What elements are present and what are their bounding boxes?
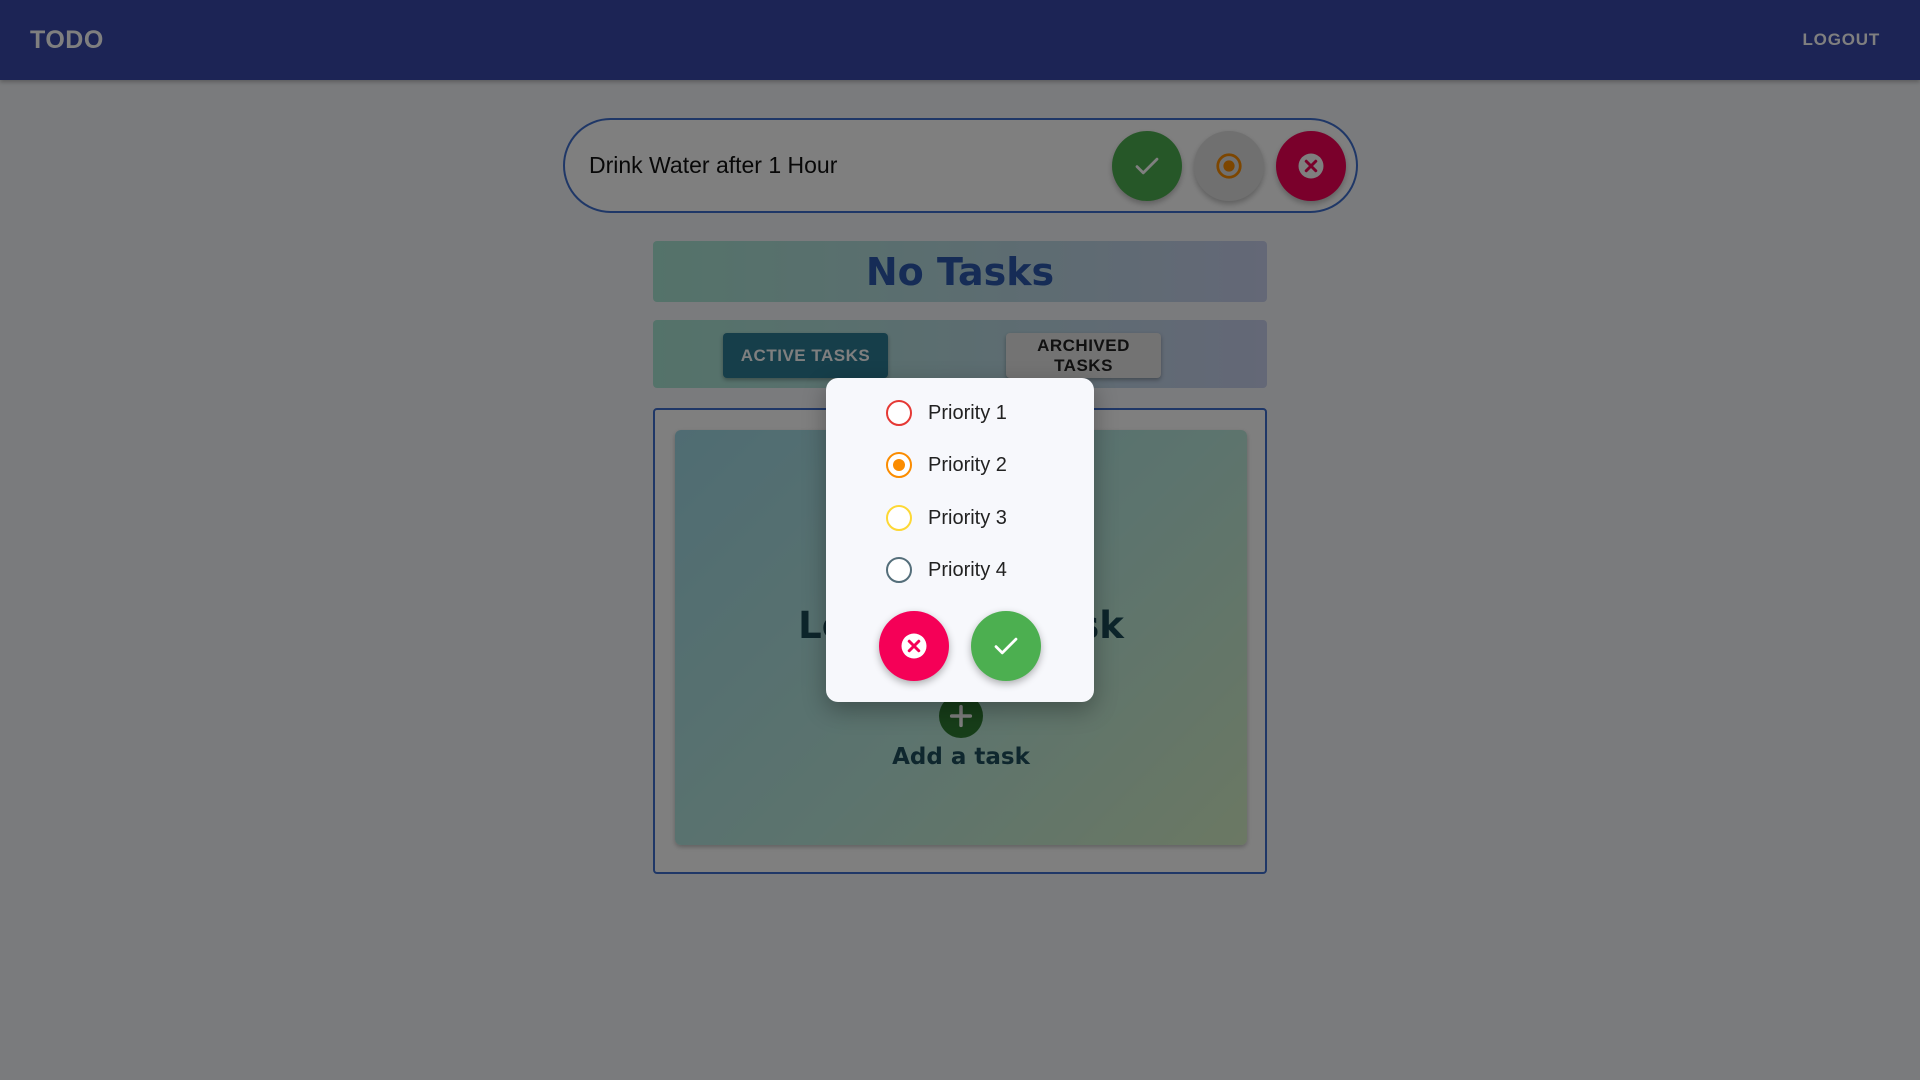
dialog-cancel-button[interactable] xyxy=(879,611,949,681)
radio-unchecked-icon xyxy=(886,400,912,426)
priority-dialog: Priority 1 Priority 2 Priority 3 Priorit… xyxy=(826,378,1094,702)
priority-option-2[interactable]: Priority 2 xyxy=(886,445,1007,485)
radio-dot xyxy=(893,459,905,471)
priority-option-label: Priority 2 xyxy=(928,453,1007,476)
priority-option-3[interactable]: Priority 3 xyxy=(886,498,1007,538)
cancel-icon xyxy=(901,633,927,659)
dialog-confirm-button[interactable] xyxy=(971,611,1041,681)
radio-unchecked-icon xyxy=(886,505,912,531)
radio-checked-icon xyxy=(886,452,912,478)
priority-option-1[interactable]: Priority 1 xyxy=(886,393,1007,433)
priority-option-label: Priority 4 xyxy=(928,558,1007,581)
check-icon xyxy=(994,637,1018,655)
priority-option-4[interactable]: Priority 4 xyxy=(886,550,1007,590)
priority-option-label: Priority 3 xyxy=(928,506,1007,529)
priority-option-label: Priority 1 xyxy=(928,401,1007,424)
radio-unchecked-icon xyxy=(886,557,912,583)
